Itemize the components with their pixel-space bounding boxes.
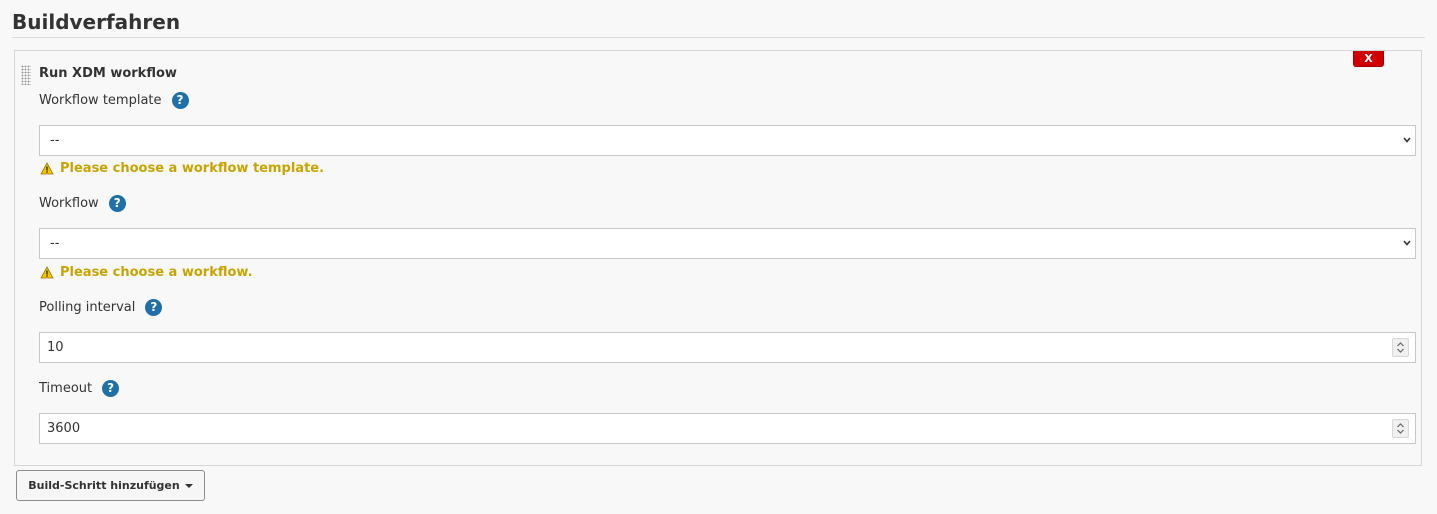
spinner-icon[interactable] [1392, 419, 1409, 438]
build-step-container: X Run XDM workflow Workflow template ? -… [14, 50, 1422, 466]
section-title: Buildverfahren [12, 10, 181, 34]
add-build-step-button[interactable]: Build-Schritt hinzufügen [16, 470, 205, 501]
polling-interval-label: Polling interval [39, 300, 136, 315]
workflow-value: -- [50, 236, 60, 251]
timeout-label-row: Timeout ? [39, 380, 120, 397]
warning-icon [40, 162, 54, 175]
workflow-warning: Please choose a workflow. [40, 265, 253, 280]
workflow-template-select[interactable]: -- [39, 125, 1416, 156]
workflow-template-warning: Please choose a workflow template. [40, 161, 324, 176]
delete-step-button[interactable]: X [1353, 51, 1384, 67]
add-build-step-label: Build-Schritt hinzufügen [28, 479, 180, 492]
polling-interval-input[interactable]: 10 [39, 332, 1416, 363]
workflow-template-label: Workflow template [39, 93, 162, 108]
drag-handle-icon[interactable] [21, 65, 31, 85]
help-icon[interactable]: ? [145, 299, 163, 316]
help-icon[interactable]: ? [102, 380, 120, 397]
workflow-template-value: -- [50, 133, 60, 148]
chevron-down-icon [1403, 240, 1411, 246]
timeout-value: 3600 [47, 421, 81, 436]
spinner-icon[interactable] [1392, 338, 1409, 357]
polling-interval-value: 10 [47, 340, 64, 355]
timeout-label: Timeout [39, 381, 93, 396]
section-divider [12, 37, 1425, 38]
workflow-template-warning-text: Please choose a workflow template. [60, 161, 325, 176]
workflow-select[interactable]: -- [39, 228, 1416, 259]
step-title: Run XDM workflow [39, 66, 177, 81]
help-icon[interactable]: ? [171, 92, 189, 109]
polling-interval-label-row: Polling interval ? [39, 299, 163, 316]
workflow-label-row: Workflow ? [39, 195, 126, 212]
warning-icon [40, 266, 54, 279]
chevron-down-icon [1403, 137, 1411, 143]
workflow-template-label-row: Workflow template ? [39, 92, 189, 109]
timeout-input[interactable]: 3600 [39, 413, 1416, 444]
help-icon[interactable]: ? [108, 195, 126, 212]
workflow-label: Workflow [39, 196, 99, 211]
caret-down-icon [184, 484, 193, 488]
workflow-warning-text: Please choose a workflow. [60, 265, 253, 280]
